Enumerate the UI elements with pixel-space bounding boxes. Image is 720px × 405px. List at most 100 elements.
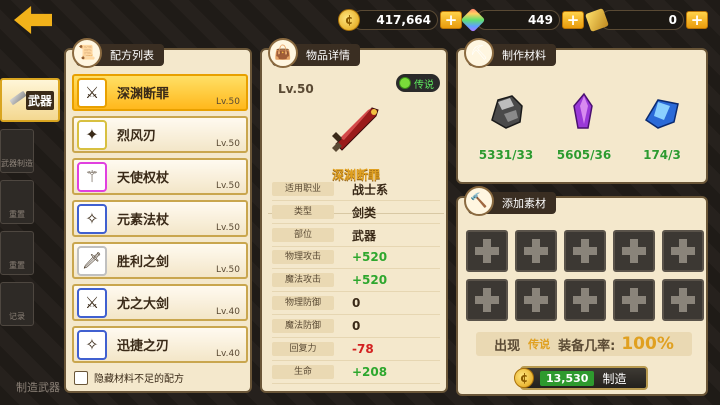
- recipe-item[interactable]: ✧ 元素法杖 Lv.50: [72, 200, 248, 237]
- craft-label: 制造: [602, 371, 627, 386]
- add-gold-button[interactable]: +: [440, 11, 462, 29]
- bag-icon: 👜: [268, 38, 298, 68]
- tab-label: 重置: [9, 261, 25, 270]
- recipe-scroll-icon: 🗡: [77, 245, 107, 276]
- plus-icon: [671, 288, 695, 312]
- purple-crystal-icon: [573, 92, 593, 129]
- material-slot[interactable]: [613, 279, 655, 321]
- tab-label: 重置: [9, 210, 25, 219]
- material-slot[interactable]: [564, 279, 606, 321]
- tab-weapon-craft[interactable]: 武器制造: [0, 129, 34, 173]
- footer-label: 制造武器: [16, 381, 60, 394]
- material-slot[interactable]: [515, 279, 557, 321]
- recipe-name: 烈风刃: [117, 129, 157, 144]
- add-gems-button[interactable]: +: [562, 11, 584, 29]
- recipe-item[interactable]: ⚔ 尤之大剑 Lv.40: [72, 284, 248, 321]
- gold-amount: 417,664: [352, 10, 438, 30]
- recipe-list: ⚔ 深渊断罪 Lv.50 ✦ 烈风刃 Lv.50 ⚚ 天使权杖 Lv.50 ✧ 元素法杖 Lv.50 🗡…: [72, 74, 248, 368]
- plus-icon: [475, 239, 499, 263]
- detail-panel-header: 👜 物品详情: [268, 38, 360, 68]
- back-arrow-icon[interactable]: [14, 6, 52, 34]
- stat-label: 魔法攻击: [272, 273, 334, 287]
- recipe-scroll-icon: ✧: [77, 203, 107, 234]
- stat-label: 生命: [272, 365, 334, 379]
- tab-weapon[interactable]: 武器: [0, 78, 60, 122]
- tab-record[interactable]: 记录: [0, 282, 34, 326]
- tab-label: 武器: [26, 91, 54, 110]
- add-panel-header: 🔨 添加素材: [464, 186, 556, 216]
- stat-value: 战士系: [352, 182, 389, 197]
- add-panel-title: 添加素材: [502, 197, 546, 210]
- stat-value: +520: [352, 250, 388, 264]
- recipe-level: Lv.50: [216, 265, 240, 275]
- add-material-panel: 🔨 添加素材 出现 传说 装备几率: 100% ¢ 13,530 制造: [456, 186, 708, 396]
- material-slot[interactable]: [613, 230, 655, 272]
- stat-row: 适用职业 战士系: [272, 178, 440, 201]
- recipe-name: 胜利之剑: [117, 255, 170, 270]
- material-slot[interactable]: [662, 230, 704, 272]
- recipe-list-panel: 📜 配方列表 ⚔ 深渊断罪 Lv.50 ✦ 烈风刃 Lv.50 ⚚ 天使权杖 Lv.50 ✧ 元素法…: [64, 38, 252, 393]
- gray-ore-icon: [491, 95, 523, 129]
- tab-reset-1[interactable]: 重置: [0, 180, 34, 224]
- tab-reset-2[interactable]: 重置: [0, 231, 34, 275]
- success-chance: 出现 传说 装备几率: 100%: [476, 332, 692, 356]
- recipe-panel-header: 📜 配方列表: [72, 38, 164, 68]
- recipe-item[interactable]: ✧ 迅捷之刃 Lv.40: [72, 326, 248, 363]
- stat-value: 剑类: [352, 205, 377, 220]
- item-detail-panel: 👜 物品详情 Lv.50 传说 深渊断罪 适用职业 战士系 类型 剑类 部位 武器 物理攻…: [260, 38, 448, 393]
- plus-icon: [622, 239, 646, 263]
- recipe-item[interactable]: ✦ 烈风刃 Lv.50: [72, 116, 248, 153]
- stat-label: 物理防御: [272, 296, 334, 310]
- recipe-name: 迅捷之刃: [117, 339, 170, 354]
- stat-value: 0: [352, 296, 361, 310]
- craft-button[interactable]: ¢ 13,530 制造: [514, 366, 648, 390]
- recipe-scroll-icon: ✦: [77, 119, 107, 150]
- plus-icon: [524, 288, 548, 312]
- stat-value: +208: [352, 365, 388, 379]
- chance-prefix: 出现: [494, 338, 521, 354]
- scroll-icon: 📜: [72, 38, 102, 68]
- recipe-item[interactable]: 🗡 胜利之剑 Lv.50: [72, 242, 248, 279]
- stat-label: 魔法防御: [272, 319, 334, 333]
- blue-crystal-icon: [644, 99, 679, 129]
- material-panel-header: ⛏ 制作材料: [464, 38, 556, 68]
- stat-row: 魔法防御 0: [272, 315, 440, 338]
- plus-icon: [524, 239, 548, 263]
- stat-label: 适用职业: [272, 182, 334, 196]
- material-slot[interactable]: [564, 230, 606, 272]
- material-slot[interactable]: [466, 230, 508, 272]
- recipe-item[interactable]: ⚔ 深渊断罪 Lv.50: [72, 74, 248, 111]
- chance-text: 装备几率:: [558, 338, 616, 354]
- material-item-blue-crystal[interactable]: 174/3: [632, 90, 692, 162]
- recipe-item[interactable]: ⚚ 天使权杖 Lv.50: [72, 158, 248, 195]
- plus-icon: [573, 288, 597, 312]
- material-slot[interactable]: [515, 230, 557, 272]
- material-slot[interactable]: [466, 279, 508, 321]
- plus-icon: [573, 239, 597, 263]
- chance-percent: 100%: [621, 334, 674, 354]
- material-count: 174/3: [643, 148, 681, 162]
- recipe-level: Lv.50: [216, 223, 240, 233]
- stat-value: +520: [352, 273, 388, 287]
- hide-insufficient-toggle[interactable]: 隐藏材料不足的配方: [74, 370, 184, 385]
- add-tickets-button[interactable]: +: [686, 11, 708, 29]
- material-count: 5331/33: [478, 148, 534, 162]
- chance-grade: 传说: [528, 338, 551, 351]
- recipe-scroll-icon: ⚔: [77, 287, 107, 318]
- stat-value: 武器: [352, 228, 377, 243]
- recipe-scroll-icon: ⚚: [77, 161, 107, 192]
- material-slot[interactable]: [662, 279, 704, 321]
- recipe-level: Lv.50: [216, 139, 240, 149]
- material-item-purple-crystal[interactable]: 5605/36: [554, 90, 614, 162]
- hammer-icon: 🔨: [464, 186, 494, 216]
- weapon-info: 适用职业 战士系 类型 剑类 部位 武器: [272, 178, 440, 247]
- recipe-panel-title: 配方列表: [110, 49, 154, 62]
- recipe-name: 天使权杖: [117, 171, 170, 186]
- detail-panel-title: 物品详情: [306, 49, 350, 62]
- stat-label: 回复力: [272, 342, 334, 356]
- craft-cost: 13,530: [540, 370, 595, 386]
- stat-row: 部位 武器: [272, 224, 440, 247]
- hide-insufficient-checkbox[interactable]: [74, 370, 88, 385]
- ore-icon: ⛏: [464, 38, 494, 68]
- material-item-ore[interactable]: 5331/33: [476, 90, 536, 162]
